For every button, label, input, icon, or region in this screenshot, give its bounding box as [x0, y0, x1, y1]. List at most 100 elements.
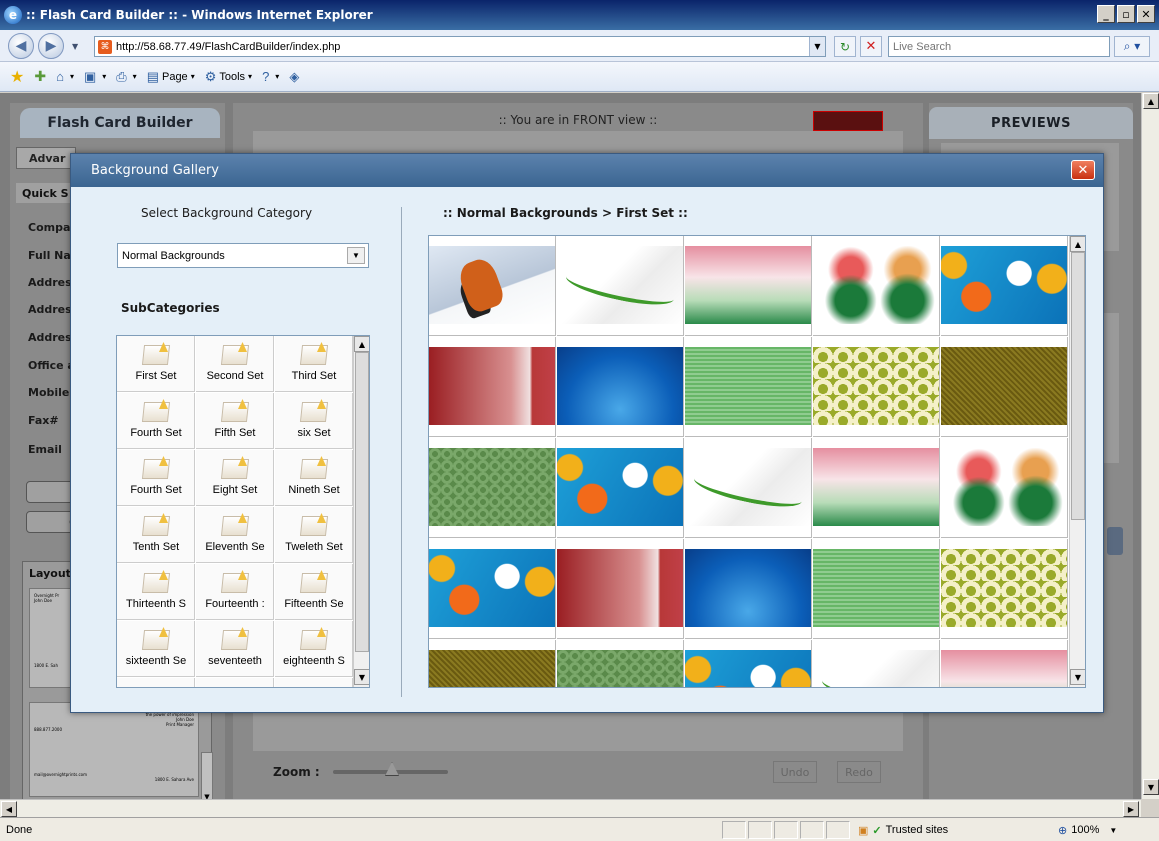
- preview-button[interactable]: [1107, 527, 1123, 555]
- scrollbar-thumb[interactable]: [1071, 252, 1085, 520]
- search-button[interactable]: ⌕ ▾: [1114, 36, 1150, 57]
- stop-button[interactable]: ✕: [860, 36, 882, 57]
- research-button[interactable]: ◈: [289, 69, 302, 85]
- category-select[interactable]: Normal Backgrounds ▼: [117, 243, 369, 268]
- background-thumbnail[interactable]: [685, 640, 812, 687]
- page-vertical-scrollbar[interactable]: ▲ ▼: [1141, 93, 1159, 799]
- background-thumbnail[interactable]: [557, 640, 684, 687]
- subcategory-folder[interactable]: Tenth Set: [117, 507, 195, 563]
- zoom-control[interactable]: ⊕ 100% ▼: [1058, 821, 1117, 839]
- background-thumbnail[interactable]: [813, 438, 940, 538]
- background-thumbnail[interactable]: [813, 236, 940, 336]
- scroll-left-icon[interactable]: ◀: [1, 801, 17, 817]
- view-toggle-button[interactable]: [813, 111, 883, 131]
- quick-tab[interactable]: Quick S: [16, 183, 76, 203]
- subcategory-scrollbar[interactable]: ▲ ▼: [353, 336, 369, 687]
- help-button[interactable]: ? ▾: [262, 69, 279, 84]
- close-window-button[interactable]: ✕: [1137, 5, 1155, 23]
- layout-scrollbar[interactable]: ▼: [201, 752, 213, 799]
- subcategory-folder[interactable]: six Set: [275, 393, 353, 449]
- subcategory-folder[interactable]: Fourteenth :: [196, 564, 274, 620]
- background-thumbnail[interactable]: [557, 438, 684, 538]
- subcategory-folder[interactable]: Eight Set: [196, 450, 274, 506]
- background-thumbnail[interactable]: [429, 337, 556, 437]
- background-grid: ▲ ▼: [428, 235, 1086, 688]
- minimize-button[interactable]: _: [1097, 5, 1115, 23]
- address-field[interactable]: ⌘ http://58.68.77.49/FlashCardBuilder/in…: [94, 36, 826, 57]
- background-thumbnail[interactable]: [813, 640, 940, 687]
- page-horizontal-scrollbar[interactable]: ◀ ▶: [0, 799, 1141, 817]
- search-field[interactable]: [888, 36, 1110, 57]
- scroll-up-icon[interactable]: ▲: [1143, 93, 1159, 109]
- background-thumbnail[interactable]: [813, 337, 940, 437]
- subcategory-folder[interactable]: Third Set: [275, 336, 353, 392]
- background-thumbnail[interactable]: [429, 640, 556, 687]
- background-thumbnail[interactable]: [557, 539, 684, 639]
- back-button[interactable]: ◀: [8, 33, 34, 59]
- subcategory-folder[interactable]: eighteenth S: [275, 621, 353, 677]
- background-thumbnail[interactable]: [685, 236, 812, 336]
- add-favorites-icon[interactable]: ✚: [34, 69, 46, 85]
- tools-menu[interactable]: ⚙ Tools ▾: [205, 69, 252, 85]
- favorites-star-icon[interactable]: ★: [10, 67, 24, 86]
- address-dropdown-icon[interactable]: ▼: [809, 37, 825, 56]
- background-thumbnail[interactable]: [685, 337, 812, 437]
- subcategory-folder[interactable]: Fifth Set: [196, 393, 274, 449]
- home-button[interactable]: ⌂ ▾: [56, 69, 74, 84]
- background-thumbnail[interactable]: [813, 539, 940, 639]
- page-menu[interactable]: ▤ Page ▾: [147, 69, 195, 85]
- subcategory-folder[interactable]: Nineth Set: [275, 450, 353, 506]
- redo-button[interactable]: Redo: [837, 761, 881, 783]
- dialog-close-button[interactable]: ✕: [1071, 160, 1095, 180]
- advanced-tab[interactable]: Advar: [16, 147, 76, 169]
- background-thumbnail[interactable]: [429, 236, 556, 336]
- background-thumbnail[interactable]: [941, 337, 1068, 437]
- subcategory-folder[interactable]: Fourth Set: [117, 450, 195, 506]
- background-thumbnail[interactable]: [941, 539, 1068, 639]
- subcategory-folder[interactable]: seventeeth: [196, 621, 274, 677]
- scroll-up-icon[interactable]: ▲: [354, 336, 369, 352]
- search-input[interactable]: [889, 37, 1109, 56]
- subcategory-folder[interactable]: First Set: [117, 336, 195, 392]
- scroll-down-icon[interactable]: ▼: [1070, 669, 1085, 685]
- scroll-right-icon[interactable]: ▶: [1123, 801, 1139, 817]
- print-button[interactable]: ⎙ ▾: [116, 69, 136, 85]
- maximize-button[interactable]: ▫: [1117, 5, 1135, 23]
- subcategory-folder[interactable]: [275, 678, 353, 687]
- background-scrollbar[interactable]: ▲ ▼: [1069, 236, 1085, 687]
- scroll-down-icon[interactable]: ▼: [1143, 779, 1159, 795]
- scroll-down-icon[interactable]: ▼: [354, 669, 369, 685]
- background-thumbnail[interactable]: [685, 539, 812, 639]
- scrollbar-thumb[interactable]: [355, 352, 369, 652]
- background-thumbnail[interactable]: [557, 337, 684, 437]
- chevron-down-icon[interactable]: ▼: [347, 247, 365, 264]
- zoom-slider-handle[interactable]: [385, 762, 399, 776]
- background-thumbnail[interactable]: [941, 438, 1068, 538]
- background-thumbnail[interactable]: [941, 236, 1068, 336]
- background-thumbnail[interactable]: [429, 539, 556, 639]
- history-dropdown-icon[interactable]: ▼: [72, 42, 78, 51]
- layout-thumbnail[interactable]: Overnight Prints the power of impression…: [29, 702, 199, 797]
- background-thumbnail[interactable]: [557, 236, 684, 336]
- subcategory-folder[interactable]: Thirteenth S: [117, 564, 195, 620]
- feeds-button[interactable]: ▣ ▾: [84, 69, 106, 85]
- background-thumbnail[interactable]: [685, 438, 812, 538]
- subcategory-folder[interactable]: Second Set: [196, 336, 274, 392]
- subcategory-folder[interactable]: sixteenth Se: [117, 621, 195, 677]
- undo-button[interactable]: Undo: [773, 761, 817, 783]
- subcategory-folder[interactable]: Fifteenth Se: [275, 564, 353, 620]
- subcategory-folder[interactable]: Eleventh Se: [196, 507, 274, 563]
- refresh-button[interactable]: ↻: [834, 36, 856, 57]
- background-thumbnail[interactable]: [941, 640, 1068, 687]
- security-zone[interactable]: ▣ ✓ Trusted sites: [858, 821, 948, 839]
- background-image: [813, 549, 939, 627]
- forward-button[interactable]: ▶: [38, 33, 64, 59]
- window-controls: _ ▫ ✕: [1097, 5, 1155, 23]
- subcategory-folder[interactable]: [196, 678, 274, 687]
- scroll-up-icon[interactable]: ▲: [1070, 236, 1085, 252]
- subcategory-folder[interactable]: Tweleth Set: [275, 507, 353, 563]
- background-thumbnail[interactable]: [429, 438, 556, 538]
- subcategory-folder[interactable]: [117, 678, 195, 687]
- url-text[interactable]: http://58.68.77.49/FlashCardBuilder/inde…: [116, 41, 340, 53]
- subcategory-folder[interactable]: Fourth Set: [117, 393, 195, 449]
